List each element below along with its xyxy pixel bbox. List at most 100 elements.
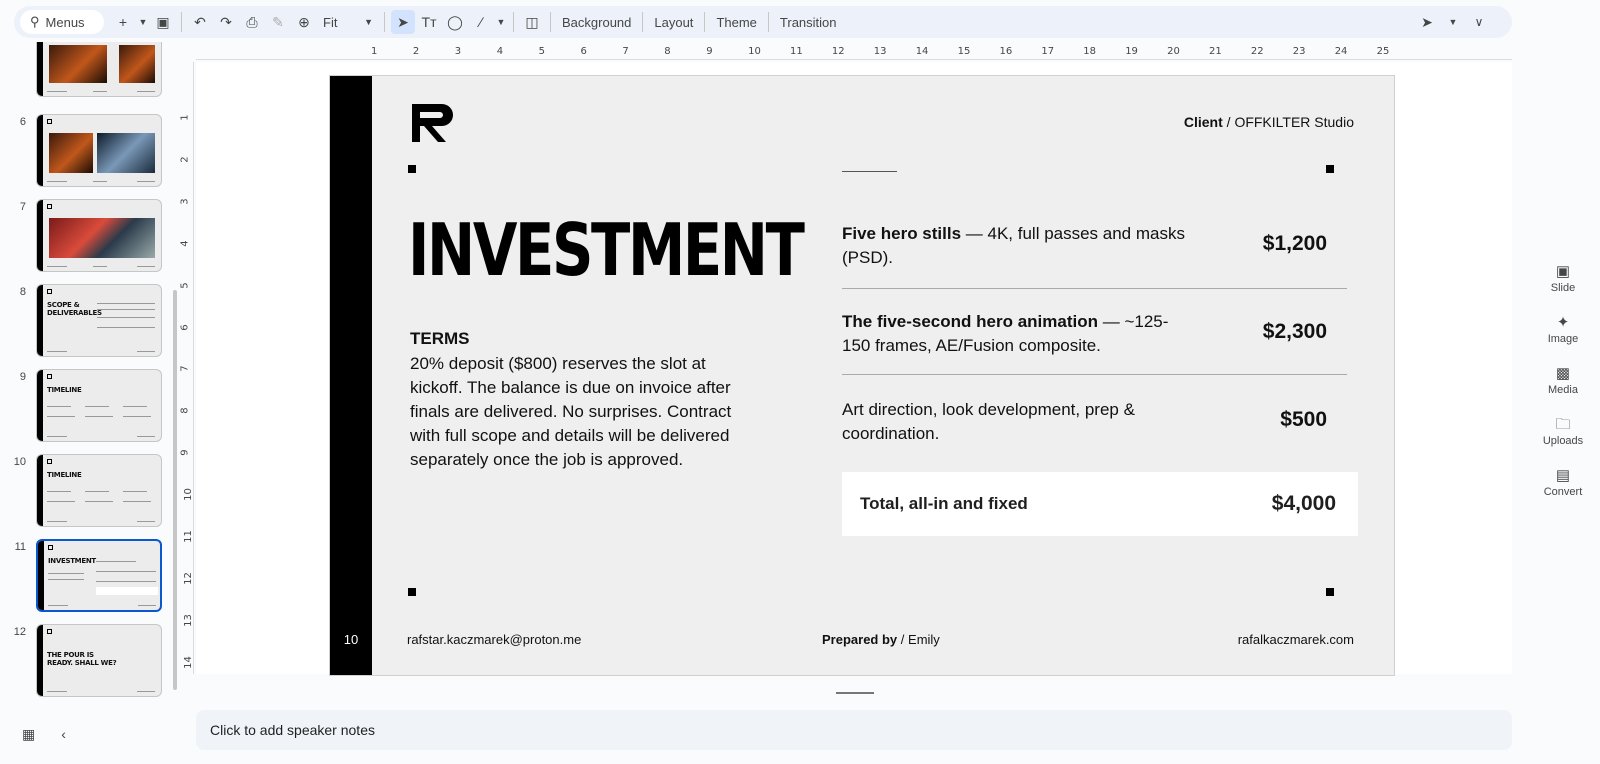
shape-icon[interactable]: ◯: [443, 10, 467, 34]
speaker-notes-placeholder: Click to add speaker notes: [210, 722, 375, 738]
side-slide-button[interactable]: ▣ Slide: [1526, 262, 1600, 313]
thumbnail-logo: [47, 119, 52, 124]
text-box-icon[interactable]: Tт: [417, 10, 441, 34]
thumbnail-text-line: [47, 416, 75, 417]
ruler-tick-label: 25: [1376, 46, 1390, 57]
ruler-tick-label: 15: [957, 46, 971, 57]
side-uploads-button[interactable]: 🗀 Uploads: [1526, 415, 1600, 466]
thumbnail-text-line: [123, 416, 151, 417]
slide-thumbnail[interactable]: THE POUR IS READY. SHALL WE?: [36, 624, 162, 697]
thumbnail-text-line: [47, 266, 67, 267]
side-convert-label: Convert: [1543, 486, 1583, 498]
zoom-value: Fit: [323, 14, 338, 30]
slide-thumbnail[interactable]: [36, 114, 162, 187]
footer-website: rafalkaczmarek.com: [1237, 632, 1354, 647]
thumbnail-text-line: [47, 91, 67, 92]
print-icon[interactable]: ⎙: [240, 10, 264, 34]
filmstrip-scrollbar[interactable]: [173, 290, 177, 690]
thumbnail-row[interactable]: 6: [0, 114, 176, 190]
thumbnail-row[interactable]: 11 INVESTMENT: [0, 539, 176, 615]
client-name: OFFKILTER Studio: [1234, 114, 1354, 130]
collapse-panel-icon[interactable]: ‹: [61, 726, 66, 743]
total-box[interactable]: Total, all-in and fixed $4,000: [842, 472, 1358, 536]
zoom-icon[interactable]: ⊕: [292, 10, 316, 34]
terms-body[interactable]: 20% deposit ($800) reserves the slot at …: [410, 352, 750, 472]
footer-email: rafstar.kaczmarek@proton.me: [407, 632, 582, 647]
new-slide-dropdown-icon[interactable]: ▼: [137, 10, 149, 34]
pen-tool-icon[interactable]: ➤: [1415, 10, 1439, 34]
slide[interactable]: 10 Client / OFFKILTER Studio INVESTMENT …: [329, 75, 1395, 676]
thumbnail-row[interactable]: [0, 42, 176, 100]
slide-heading[interactable]: INVESTMENT: [408, 214, 805, 286]
thumbnail-row[interactable]: 10 TIMELINE: [0, 454, 176, 530]
slide-thumbnail[interactable]: TIMELINE: [36, 454, 162, 527]
paint-format-icon[interactable]: ✎: [266, 10, 290, 34]
terms-title[interactable]: TERMS: [410, 329, 470, 349]
ruler-tick-label: 4: [496, 46, 504, 57]
slide-thumbnail[interactable]: SCOPE & DELIVERABLES: [36, 284, 162, 357]
media-icon: ▩: [1555, 365, 1571, 382]
slide-thumbnail[interactable]: [36, 199, 162, 272]
ruler-tick-label: 14: [915, 46, 929, 57]
slide-thumbnail[interactable]: TIMELINE: [36, 369, 162, 442]
ruler-tick-label: 10: [182, 488, 194, 501]
thumbnail-text-line: [138, 605, 156, 606]
ruler-tick-label: 3: [454, 46, 462, 57]
side-convert-button[interactable]: ▤ Convert: [1526, 466, 1600, 517]
line-item-description: Art direction, look development, prep & …: [842, 398, 1192, 446]
comment-icon[interactable]: ◫: [520, 10, 544, 34]
thumbnail-sidebar: [37, 285, 43, 356]
thumbnail-row[interactable]: 12 THE POUR IS READY. SHALL WE?: [0, 624, 176, 700]
line-item[interactable]: The five-second hero animation — ~125-15…: [842, 310, 1347, 358]
thumbnail-sidebar: [37, 42, 43, 96]
chevron-down-icon: ▼: [364, 17, 373, 27]
thumbnail-row[interactable]: 9 TIMELINE: [0, 369, 176, 445]
thumbnail-number: 11: [14, 541, 26, 553]
ruler-tick-label: 22: [1250, 46, 1264, 57]
thumbnail-text-line: [48, 573, 84, 574]
ruler-tick-label: 16: [999, 46, 1013, 57]
theme-button[interactable]: Theme: [710, 15, 762, 30]
line-item[interactable]: Art direction, look development, prep & …: [842, 398, 1347, 446]
thumbnail-text-line: [93, 91, 107, 92]
ruler-tick-label: 10: [748, 46, 761, 57]
slide-thumbnail-selected[interactable]: INVESTMENT: [36, 539, 162, 612]
add-slide-icon: ▣: [1555, 263, 1571, 280]
prepared-label: Prepared by: [822, 632, 898, 647]
redo-icon[interactable]: ↷: [214, 10, 238, 34]
add-slide-icon[interactable]: ▣: [151, 10, 175, 34]
menus-label: Menus: [45, 14, 85, 30]
undo-icon[interactable]: ↶: [188, 10, 212, 34]
side-media-button[interactable]: ▩ Media: [1526, 364, 1600, 415]
thumbnail-title: INVESTMENT: [48, 557, 96, 565]
ruler-tick-label: 9: [706, 46, 713, 57]
slide-thumbnail[interactable]: [36, 42, 162, 97]
corner-marker: [1326, 588, 1334, 596]
thumbnail-row[interactable]: 7: [0, 199, 176, 275]
zoom-select[interactable]: Fit ▼: [317, 15, 379, 30]
folder-icon: 🗀: [1555, 416, 1571, 433]
collapse-toolbar-icon[interactable]: ∨: [1467, 10, 1491, 34]
thumbnail-title: THE POUR IS READY. SHALL WE?: [47, 651, 117, 667]
speaker-notes[interactable]: Click to add speaker notes: [196, 710, 1512, 750]
grid-view-icon[interactable]: ▦: [22, 726, 35, 743]
filmstrip: 6 7 8 SCOPE & DELIVERABLES 9 TIMELINE 10…: [0, 42, 176, 704]
new-slide-icon[interactable]: +: [111, 10, 135, 34]
select-cursor-icon[interactable]: ➤: [391, 10, 415, 34]
pen-dropdown-icon[interactable]: ▼: [1447, 10, 1459, 34]
thumbnail-number: 12: [13, 626, 26, 638]
layout-button[interactable]: Layout: [648, 15, 699, 30]
line-item[interactable]: Five hero stills — 4K, full passes and m…: [842, 222, 1347, 270]
side-image-button[interactable]: ✦ Image: [1526, 313, 1600, 364]
menus-search[interactable]: ⚲ Menus: [20, 10, 104, 34]
line-icon[interactable]: ∕: [469, 10, 493, 34]
background-button[interactable]: Background: [556, 15, 637, 30]
thumbnail-row[interactable]: 8 SCOPE & DELIVERABLES: [0, 284, 176, 360]
transition-button[interactable]: Transition: [774, 15, 843, 30]
ruler-tick-label: 11: [182, 530, 194, 543]
corner-marker: [1326, 165, 1334, 173]
thumbnail-logo: [47, 289, 52, 294]
side-image-label: Image: [1547, 333, 1579, 345]
line-dropdown-icon[interactable]: ▼: [495, 10, 507, 34]
notes-resize-handle[interactable]: [836, 692, 874, 694]
